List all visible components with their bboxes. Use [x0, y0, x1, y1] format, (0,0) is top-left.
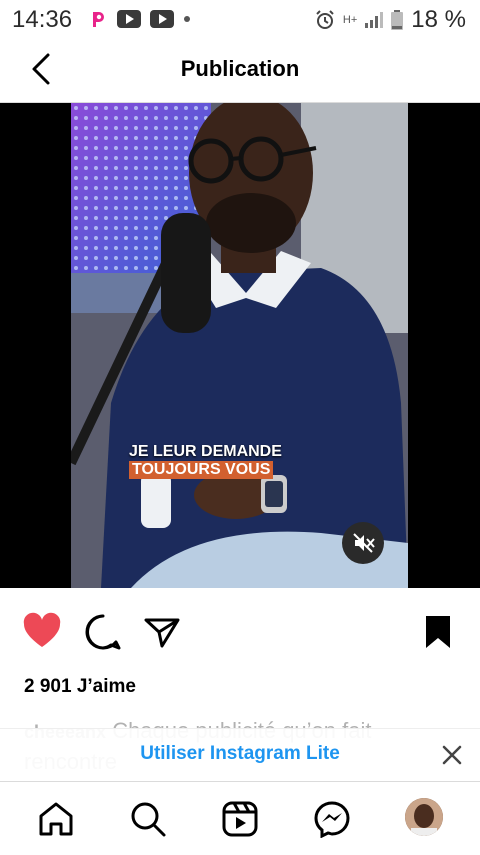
instagram-lite-banner: Utiliser Instagram Lite: [0, 728, 480, 781]
network-type: H+: [342, 14, 358, 26]
top-bar: Publication: [0, 36, 480, 103]
youtube-icon: [150, 10, 174, 28]
avatar-photo: [405, 798, 443, 836]
post-media[interactable]: JE LEUR DEMANDE TOUJOURS VOUS: [0, 103, 480, 588]
bookmark-icon[interactable]: [418, 612, 458, 652]
comment-icon[interactable]: [83, 612, 123, 652]
video-frame[interactable]: JE LEUR DEMANDE TOUJOURS VOUS: [71, 103, 408, 588]
messenger-icon[interactable]: [313, 800, 351, 838]
reels-icon[interactable]: [221, 800, 259, 838]
video-subtitle: JE LEUR DEMANDE TOUJOURS VOUS: [129, 443, 282, 479]
picsart-icon: [88, 9, 108, 29]
post-actions: [0, 612, 480, 656]
use-instagram-lite-link[interactable]: Utiliser Instagram Lite: [0, 743, 480, 765]
subtitle-line-1: JE LEUR DEMANDE: [129, 443, 282, 460]
dot-icon: [184, 16, 190, 22]
alarm-icon: [316, 10, 334, 29]
close-icon[interactable]: [440, 743, 464, 767]
battery-level: 18 %: [411, 6, 466, 33]
status-bar: 14:36 H+ 18 %: [0, 0, 480, 36]
subtitle-line-2: TOUJOURS VOUS: [129, 461, 274, 479]
signal-icon: [365, 12, 384, 28]
page-title: Publication: [180, 56, 300, 81]
battery-icon: [391, 10, 404, 30]
home-icon[interactable]: [37, 800, 75, 838]
status-right: H+ 18 %: [315, 6, 466, 34]
like-heart-icon[interactable]: [22, 612, 62, 652]
youtube-icon: [117, 10, 141, 28]
mute-button[interactable]: [342, 522, 384, 564]
notification-icons: [88, 9, 191, 29]
video-still: [71, 103, 408, 588]
search-icon[interactable]: [129, 800, 167, 838]
profile-avatar[interactable]: [405, 798, 443, 836]
likes-count[interactable]: 2 901 J’aime: [24, 676, 136, 698]
share-send-icon[interactable]: [142, 612, 182, 652]
speaker-muted-icon: [353, 533, 375, 553]
status-time: 14:36: [12, 6, 73, 33]
bottom-nav: [0, 781, 480, 855]
